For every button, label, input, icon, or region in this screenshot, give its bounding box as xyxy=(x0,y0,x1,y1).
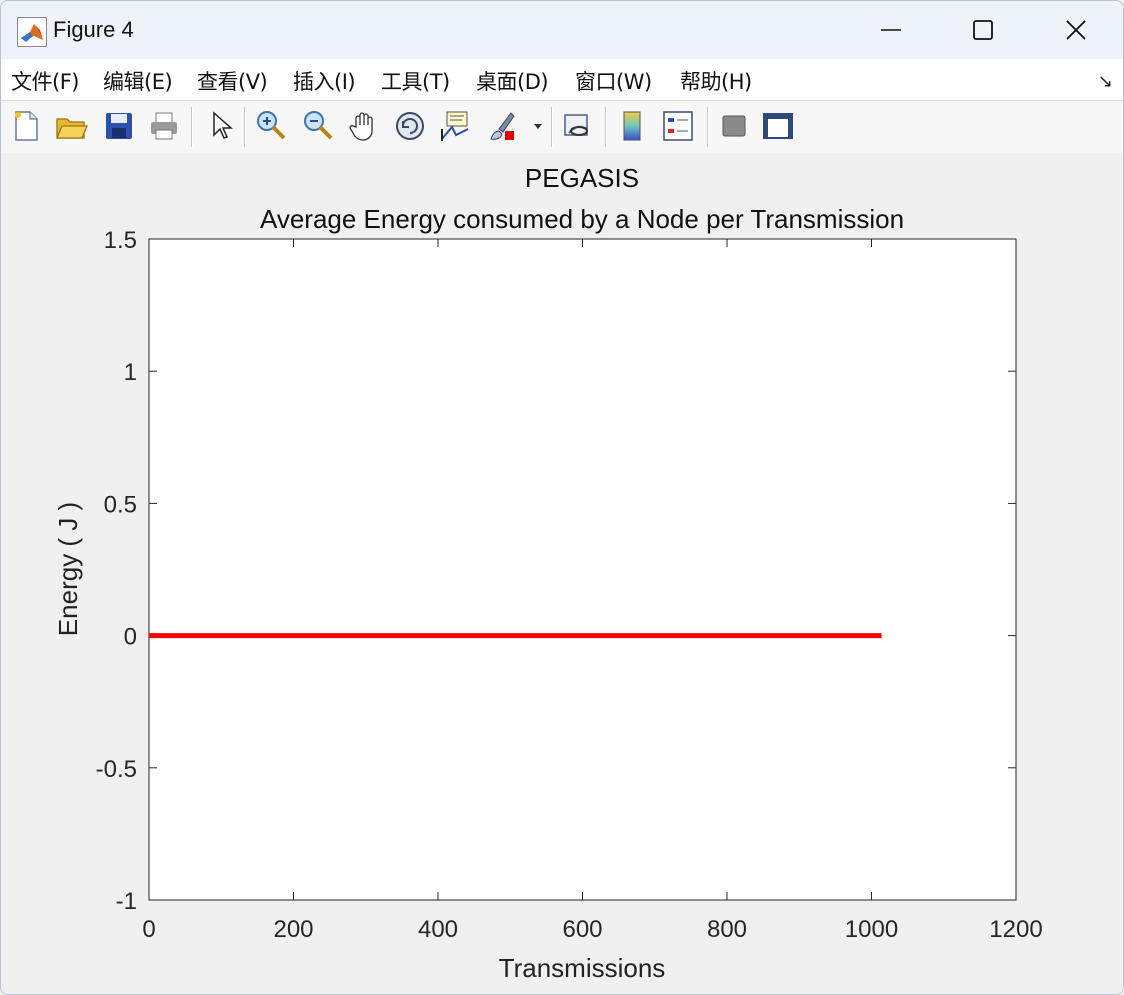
colorbar-icon[interactable] xyxy=(615,109,649,143)
y-tick-label: 0 xyxy=(124,624,137,651)
figure-toolbar xyxy=(1,100,1123,154)
brush-icon[interactable] xyxy=(485,109,519,143)
pan-hand-icon[interactable] xyxy=(348,109,382,143)
x-axis-label: Transmissions xyxy=(499,953,666,983)
menu-help[interactable]: 帮助(H) xyxy=(680,66,752,96)
y-tick-label: -0.5 xyxy=(96,756,137,783)
open-file-icon[interactable] xyxy=(54,109,88,143)
figure-window: Figure 4 文件(F) 编辑(E) 查看(V) 插入(I) 工具(T) 桌… xyxy=(0,0,1124,995)
minimize-button[interactable] xyxy=(861,9,921,51)
data-cursor-icon[interactable] xyxy=(438,109,472,143)
x-tick-label: 1200 xyxy=(989,916,1042,943)
zoom-in-icon[interactable] xyxy=(254,109,288,143)
select-arrow-icon[interactable] xyxy=(204,109,238,143)
axes-box[interactable] xyxy=(148,238,1017,901)
x-tick-label: 1000 xyxy=(845,916,898,943)
minimize-icon xyxy=(881,29,901,31)
y-tick-label: 1.5 xyxy=(104,227,137,254)
plot-area[interactable]: 0 200 400 600 800 1000 1200 -1 -0.5 0 0.5 1 1.5 PEGA… xyxy=(1,153,1123,994)
menu-window[interactable]: 窗口(W) xyxy=(575,66,652,96)
link-plot-icon[interactable] xyxy=(561,109,595,143)
maximize-button[interactable] xyxy=(953,9,1013,51)
maximize-icon xyxy=(973,20,993,40)
y-tick-label: 1 xyxy=(124,359,137,386)
matlab-logo-icon xyxy=(17,17,47,47)
menu-file[interactable]: 文件(F) xyxy=(11,66,79,96)
brush-dropdown-icon[interactable] xyxy=(531,109,545,143)
legend-icon[interactable] xyxy=(661,109,695,143)
figure-canvas: 0 200 400 600 800 1000 1200 -1 -0.5 0 0.5 1 1.5 PEGA… xyxy=(1,153,1123,994)
title-bar: Figure 4 xyxy=(1,1,1123,59)
y-tick-label: 0.5 xyxy=(104,491,137,518)
y-tick-label: -1 xyxy=(116,888,137,915)
chart-title: PEGASIS xyxy=(525,163,639,193)
x-tick-label: 200 xyxy=(273,916,313,943)
menu-insert[interactable]: 插入(I) xyxy=(293,66,356,96)
chart-subtitle: Average Energy consumed by a Node per Tr… xyxy=(260,204,904,234)
menu-view[interactable]: 查看(V) xyxy=(197,66,268,96)
save-icon[interactable] xyxy=(102,109,136,143)
hide-plot-tools-icon[interactable] xyxy=(717,109,751,143)
y-axis-label: Energy ( J ) xyxy=(53,502,83,636)
print-icon[interactable] xyxy=(147,109,181,143)
close-icon xyxy=(1066,20,1086,40)
rotate-3d-icon[interactable] xyxy=(393,109,427,143)
zoom-out-icon[interactable] xyxy=(301,109,335,143)
x-tick-label: 800 xyxy=(707,916,747,943)
x-tick-label: 0 xyxy=(142,916,155,943)
x-tick-label: 600 xyxy=(562,916,602,943)
show-plot-tools-icon[interactable] xyxy=(761,109,795,143)
dock-figure-button[interactable]: ↘ xyxy=(1098,71,1113,92)
menu-edit[interactable]: 编辑(E) xyxy=(103,66,173,96)
new-figure-icon[interactable] xyxy=(9,109,43,143)
menu-tools[interactable]: 工具(T) xyxy=(381,66,450,96)
menu-desktop[interactable]: 桌面(D) xyxy=(476,66,549,96)
menu-bar: 文件(F) 编辑(E) 查看(V) 插入(I) 工具(T) 桌面(D) 窗口(W… xyxy=(1,59,1123,100)
x-tick-label: 400 xyxy=(418,916,458,943)
window-title: Figure 4 xyxy=(53,17,134,42)
close-button[interactable] xyxy=(1046,9,1106,51)
